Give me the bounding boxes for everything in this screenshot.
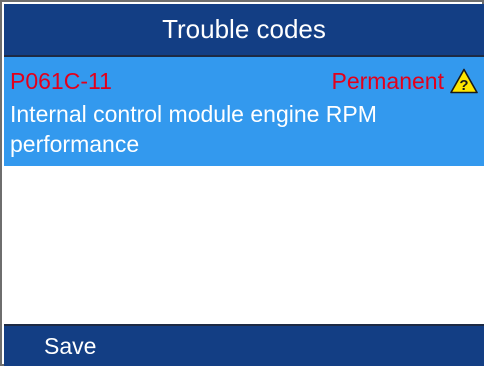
dtc-description: Internal control module engine RPM perfo… — [10, 101, 377, 157]
title-bar: Trouble codes — [4, 4, 484, 57]
warning-question-icon: ? — [450, 68, 478, 94]
dtc-status: Permanent — [331, 68, 444, 94]
dtc-list-item[interactable]: P061C-11 Permanent ? Internal control mo… — [4, 57, 484, 166]
screen-frame: Trouble codes P061C-11 Permanent ? Inter… — [0, 0, 484, 366]
dtc-code-row: P061C-11 Permanent ? — [10, 67, 478, 97]
dtc-code: P061C-11 — [10, 68, 112, 94]
bottom-bar: Save — [4, 324, 484, 366]
save-button[interactable]: Save — [44, 330, 96, 362]
dtc-list-empty-area — [4, 166, 484, 324]
page-title: Trouble codes — [162, 14, 326, 44]
svg-text:?: ? — [459, 77, 468, 94]
